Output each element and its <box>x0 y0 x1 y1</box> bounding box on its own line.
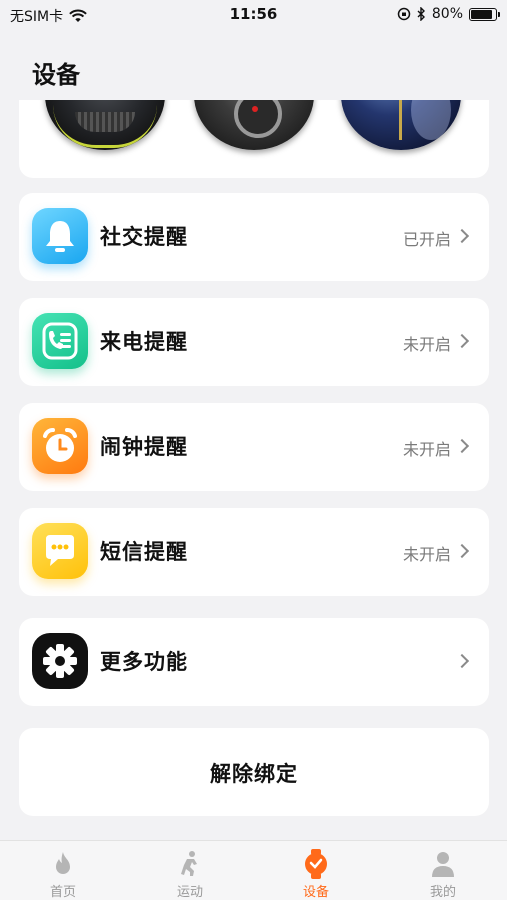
bluetooth-icon <box>417 7 425 21</box>
sms-reminder-label: 短信提醒 <box>100 540 188 564</box>
sms-reminder-status: 未开启 <box>402 545 451 564</box>
battery-percent: 80% <box>431 6 463 22</box>
social-reminder-row[interactable]: 社交提醒 已开启 <box>19 193 489 281</box>
chevron-right-icon <box>454 333 470 349</box>
chevron-right-icon <box>454 543 470 559</box>
orientation-lock-icon <box>397 7 411 21</box>
bell-icon <box>32 208 88 264</box>
status-bar: 无SIM卡 11:56 80% <box>0 0 507 30</box>
sms-reminder-row[interactable]: 短信提醒 未开启 <box>19 508 489 596</box>
more-features-label: 更多功能 <box>100 650 188 674</box>
battery-icon <box>469 7 500 21</box>
call-reminder-label: 来电提醒 <box>100 330 188 354</box>
header: 设备 <box>0 30 507 100</box>
running-icon <box>181 851 197 876</box>
alarm-clock-icon <box>32 418 88 474</box>
tab-home[interactable]: 首页 <box>0 841 126 900</box>
tab-mine[interactable]: 我的 <box>380 841 506 900</box>
chevron-right-icon <box>454 438 470 454</box>
unbind-label: 解除绑定 <box>210 762 298 786</box>
tab-mine-label: 我的 <box>429 885 456 900</box>
tab-bar: 首页 运动 设备 我的 <box>0 840 507 900</box>
person-icon <box>432 852 454 877</box>
tab-device[interactable]: 设备 <box>253 841 379 900</box>
tab-sport[interactable]: 运动 <box>127 841 253 900</box>
unbind-button[interactable]: 解除绑定 <box>19 728 489 816</box>
chevron-right-icon <box>454 653 470 669</box>
social-reminder-status: 已开启 <box>402 230 451 249</box>
alarm-reminder-row[interactable]: 闹钟提醒 未开启 <box>19 403 489 491</box>
watch-icon <box>305 849 327 879</box>
battery-level <box>471 9 492 19</box>
alarm-reminder-label: 闹钟提醒 <box>100 435 188 459</box>
call-reminder-row[interactable]: 来电提醒 未开启 <box>19 298 489 386</box>
tab-home-label: 首页 <box>49 885 76 900</box>
alarm-reminder-status: 未开启 <box>402 440 451 459</box>
chevron-right-icon <box>454 228 470 244</box>
tab-sport-label: 运动 <box>176 885 203 900</box>
tab-device-label: 设备 <box>302 885 329 900</box>
more-features-row[interactable]: 更多功能 <box>19 618 489 706</box>
flame-icon <box>56 852 70 874</box>
message-icon <box>32 523 88 579</box>
page-title: 设备 <box>32 61 80 89</box>
call-reminder-status: 未开启 <box>402 335 451 354</box>
status-bar-right: 80% <box>397 6 500 22</box>
gear-icon <box>32 633 88 689</box>
phone-icon <box>32 313 88 369</box>
social-reminder-label: 社交提醒 <box>100 225 188 249</box>
